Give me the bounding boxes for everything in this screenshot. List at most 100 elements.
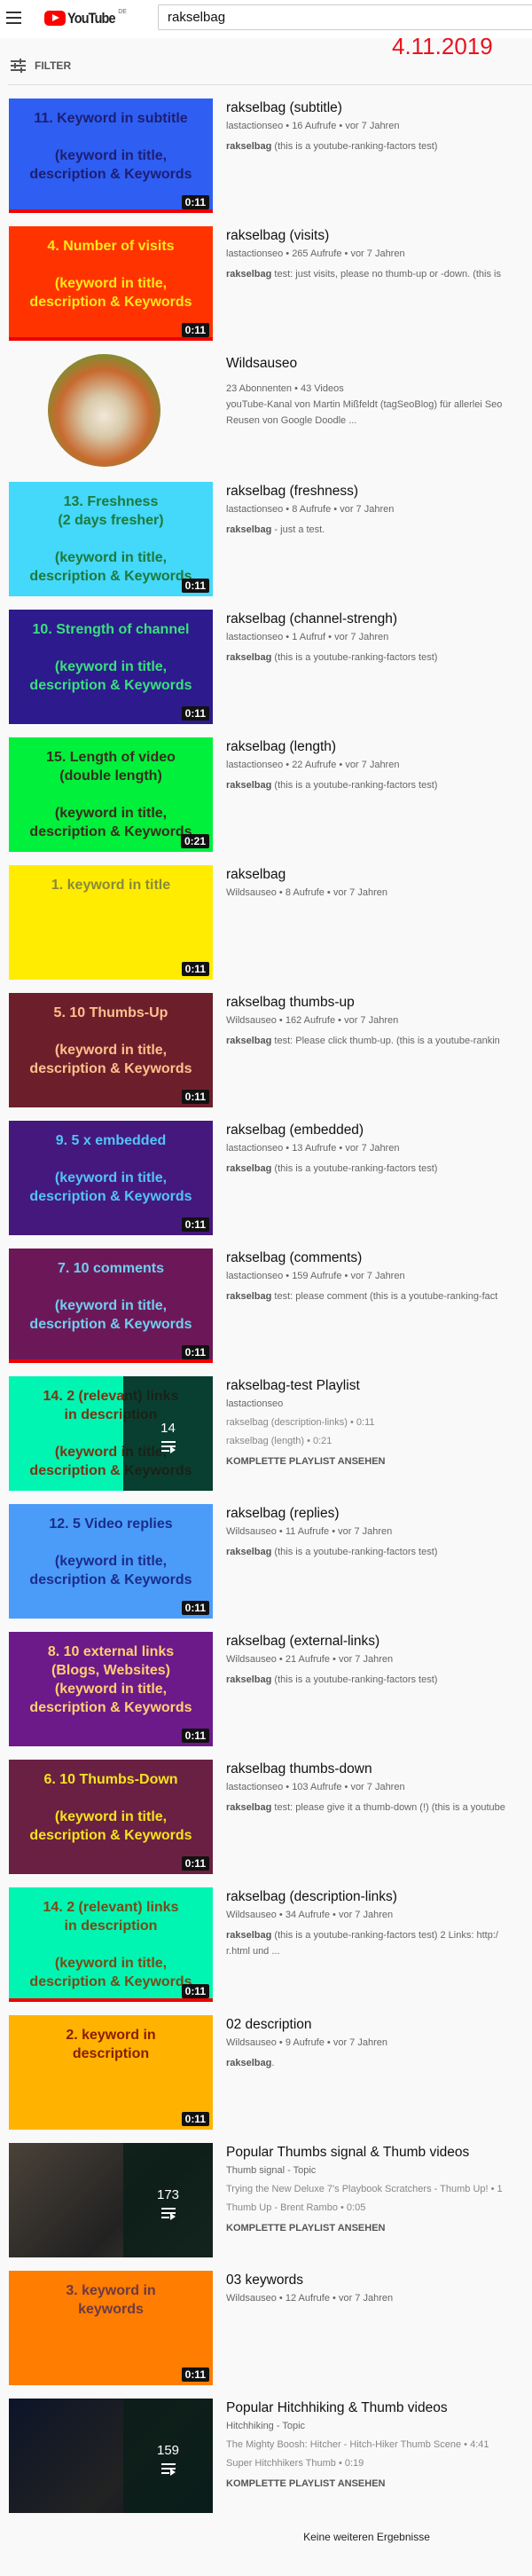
channel-name[interactable]: Wildsauseo — [226, 1654, 277, 1665]
thumbnail-caption: 1. keyword in title — [51, 878, 171, 893]
channel-name[interactable]: lastactionseo — [226, 1396, 532, 1412]
channel-name[interactable]: lastactionseo — [226, 632, 283, 642]
filter-button[interactable]: FILTER — [11, 59, 71, 73]
video-result: 2. keyword in description 0:11 02 descript… — [0, 2015, 532, 2143]
channel-name[interactable]: lastactionseo — [226, 1143, 283, 1154]
video-thumbnail[interactable]: 7. 10 comments (keyword in title, descri… — [9, 1249, 213, 1363]
description-keyword: rakselbag — [226, 2058, 272, 2068]
thumbnail-caption: 13. Freshness (2 days fresher) (keyword … — [29, 494, 192, 584]
view-full-playlist-link[interactable]: KOMPLETTE PLAYLIST ANSEHEN — [226, 2223, 532, 2233]
video-title[interactable]: rakselbag (length) — [226, 737, 532, 757]
video-thumbnail[interactable]: 10. Strength of channel (keyword in titl… — [9, 610, 213, 724]
channel-name[interactable]: Wildsauseo — [226, 2293, 277, 2304]
channel-name[interactable]: lastactionseo — [226, 121, 283, 131]
video-title[interactable]: rakselbag (embedded) — [226, 1121, 532, 1140]
channel-name[interactable]: Wildsauseo — [226, 2037, 277, 2048]
video-title[interactable]: 03 keywords — [226, 2271, 532, 2290]
video-title[interactable]: rakselbag (channel-strengh) — [226, 610, 532, 629]
playlist-video-item[interactable]: Trying the New Deluxe 7's Playbook Scrat… — [226, 2182, 532, 2197]
watched-progress-bar — [9, 1359, 213, 1363]
thumbnail-caption: 6. 10 Thumbs-Down (keyword in title, des… — [29, 1772, 192, 1843]
video-thumbnail[interactable]: 12. 5 Video replies (keyword in title, d… — [9, 1504, 213, 1619]
video-meta: lastactionseo • 8 Aufrufe • vor 7 Jahren — [226, 504, 395, 515]
upload-age: vor 7 Jahren — [338, 2293, 394, 2304]
channel-name[interactable]: lastactionseo — [226, 504, 283, 515]
video-title[interactable]: rakselbag (description-links) — [226, 1887, 532, 1907]
video-title[interactable]: rakselbag (subtitle) — [226, 98, 532, 118]
video-thumbnail[interactable]: 5. 10 Thumbs-Up (keyword in title, descr… — [9, 993, 213, 1107]
video-title[interactable]: rakselbag — [226, 865, 532, 885]
search-input[interactable] — [158, 4, 532, 30]
result-info: Wildsauseo 23 Abonnenten • 43 Videos youTu… — [226, 354, 532, 429]
channel-name[interactable]: Wildsauseo — [226, 1526, 277, 1537]
channel-name[interactable]: Thumb signal - Topic — [226, 2162, 532, 2178]
video-result: 4. Number of visits (keyword in title, d… — [0, 226, 532, 354]
description-text: (this is a youtube-ranking-factors test) — [271, 1163, 438, 1174]
video-thumbnail[interactable]: 3. keyword in keywords 0:11 — [9, 2271, 213, 2385]
playlist-overlay: 14 — [123, 1376, 213, 1491]
channel-name[interactable]: Wildsauseo — [226, 1015, 277, 1026]
video-thumbnail[interactable]: 8. 10 external links (Blogs, Websites) (… — [9, 1632, 213, 1746]
playlist-title[interactable]: Popular Thumbs signal & Thumb videos — [226, 2143, 532, 2162]
video-title[interactable]: rakselbag (external-links) — [226, 1632, 532, 1651]
playlist-thumbnail[interactable]: 173 — [9, 2143, 213, 2257]
video-title[interactable]: rakselbag (freshness) — [226, 482, 532, 501]
video-thumbnail[interactable]: 14. 2 (relevant) links in description (k… — [9, 1887, 213, 2002]
video-title[interactable]: rakselbag (visits) — [226, 226, 532, 246]
playlist-video-item[interactable]: rakselbag (length) • 0:21 — [226, 1434, 532, 1449]
video-title[interactable]: rakselbag (replies) — [226, 1504, 532, 1524]
playlist-thumbnail[interactable]: 159 — [9, 2399, 213, 2513]
channel-name[interactable]: Wildsauseo — [226, 1910, 277, 1920]
channel-name[interactable]: lastactionseo — [226, 248, 283, 259]
playlist-video-item[interactable]: Super Hitchhikers Thumb • 0:19 — [226, 2456, 532, 2471]
video-thumbnail[interactable]: 9. 5 x embedded (keyword in title, descr… — [9, 1121, 213, 1235]
video-meta: Wildsauseo • 12 Aufrufe • vor 7 Jahren — [226, 2293, 394, 2304]
video-meta: Wildsauseo • 8 Aufrufe • vor 7 Jahren — [226, 887, 387, 898]
playlist-video-item[interactable]: The Mighty Boosh: Hitcher - Hitch-Hiker … — [226, 2438, 532, 2453]
video-meta: lastactionseo • 159 Aufrufe • vor 7 Jahr… — [226, 1271, 405, 1281]
youtube-logo[interactable]: YouTube DE — [44, 9, 127, 28]
channel-name[interactable]: lastactionseo — [226, 1271, 283, 1281]
watched-progress-bar — [9, 209, 213, 213]
video-title[interactable]: rakselbag (comments) — [226, 1249, 532, 1268]
playlist-title[interactable]: Popular Hitchhiking & Thumb videos — [226, 2399, 532, 2418]
channel-name[interactable]: lastactionseo — [226, 760, 283, 770]
channel-name[interactable]: Wildsauseo — [226, 887, 277, 898]
playlist-video-item[interactable]: Thumb Up - Brent Rambo • 0:05 — [226, 2201, 532, 2216]
video-thumbnail[interactable]: 13. Freshness (2 days fresher) (keyword … — [9, 482, 213, 596]
thumbnail-caption: 8. 10 external links (Blogs, Websites) (… — [29, 1644, 192, 1715]
video-title[interactable]: 02 description — [226, 2015, 532, 2035]
video-thumbnail[interactable]: 6. 10 Thumbs-Down (keyword in title, des… — [9, 1760, 213, 1874]
no-more-results: Keine weiteren Ergebnisse — [303, 2531, 430, 2543]
channel-name[interactable]: Hitchhiking - Topic — [226, 2418, 532, 2434]
video-thumbnail[interactable]: 4. Number of visits (keyword in title, d… — [9, 226, 213, 341]
view-count: 13 Aufrufe — [292, 1143, 337, 1154]
upload-age: vor 7 Jahren — [344, 1015, 399, 1026]
view-count: 22 Aufrufe — [292, 760, 337, 770]
menu-icon[interactable] — [6, 12, 21, 24]
playlist-video-item[interactable]: rakselbag (description-links) • 0:11 — [226, 1415, 532, 1430]
video-thumbnail[interactable]: 2. keyword in description 0:11 — [9, 2015, 213, 2130]
channel-avatar[interactable] — [48, 354, 160, 467]
video-thumbnail[interactable]: 1. keyword in title 0:11 — [9, 865, 213, 980]
playlist-result: 159 Popular Hitchhiking & Thumb videos Hit… — [0, 2399, 532, 2526]
view-count: 162 Aufrufe — [285, 1015, 336, 1026]
playlist-title[interactable]: rakselbag-test Playlist — [226, 1376, 532, 1396]
video-title[interactable]: rakselbag thumbs-up — [226, 993, 532, 1012]
result-info: 02 description Wildsauseo • 9 Aufrufe • v… — [226, 2015, 532, 2071]
channel-name[interactable]: lastactionseo — [226, 1782, 283, 1792]
video-thumbnail[interactable]: 11. Keyword in subtitle (keyword in titl… — [9, 98, 213, 213]
view-full-playlist-link[interactable]: KOMPLETTE PLAYLIST ANSEHEN — [226, 2478, 532, 2489]
view-full-playlist-link[interactable]: KOMPLETTE PLAYLIST ANSEHEN — [226, 1456, 532, 1467]
filter-label: FILTER — [35, 59, 72, 72]
video-title[interactable]: rakselbag thumbs-down — [226, 1760, 532, 1779]
video-description: rakselbag - just a test. — [226, 523, 532, 538]
upload-age: vor 7 Jahren — [338, 1654, 394, 1665]
channel-title[interactable]: Wildsauseo — [226, 354, 532, 374]
video-thumbnail[interactable]: 15. Length of video (double length) (key… — [9, 737, 213, 852]
video-result: 14. 2 (relevant) links in description (k… — [0, 1887, 532, 2015]
upload-age: vor 7 Jahren — [345, 1143, 400, 1154]
video-meta: lastactionseo • 103 Aufrufe • vor 7 Jahr… — [226, 1782, 405, 1792]
description-keyword: rakselbag — [226, 1291, 272, 1302]
playlist-thumbnail[interactable]: 14. 2 (relevant) links in description (k… — [9, 1376, 213, 1491]
